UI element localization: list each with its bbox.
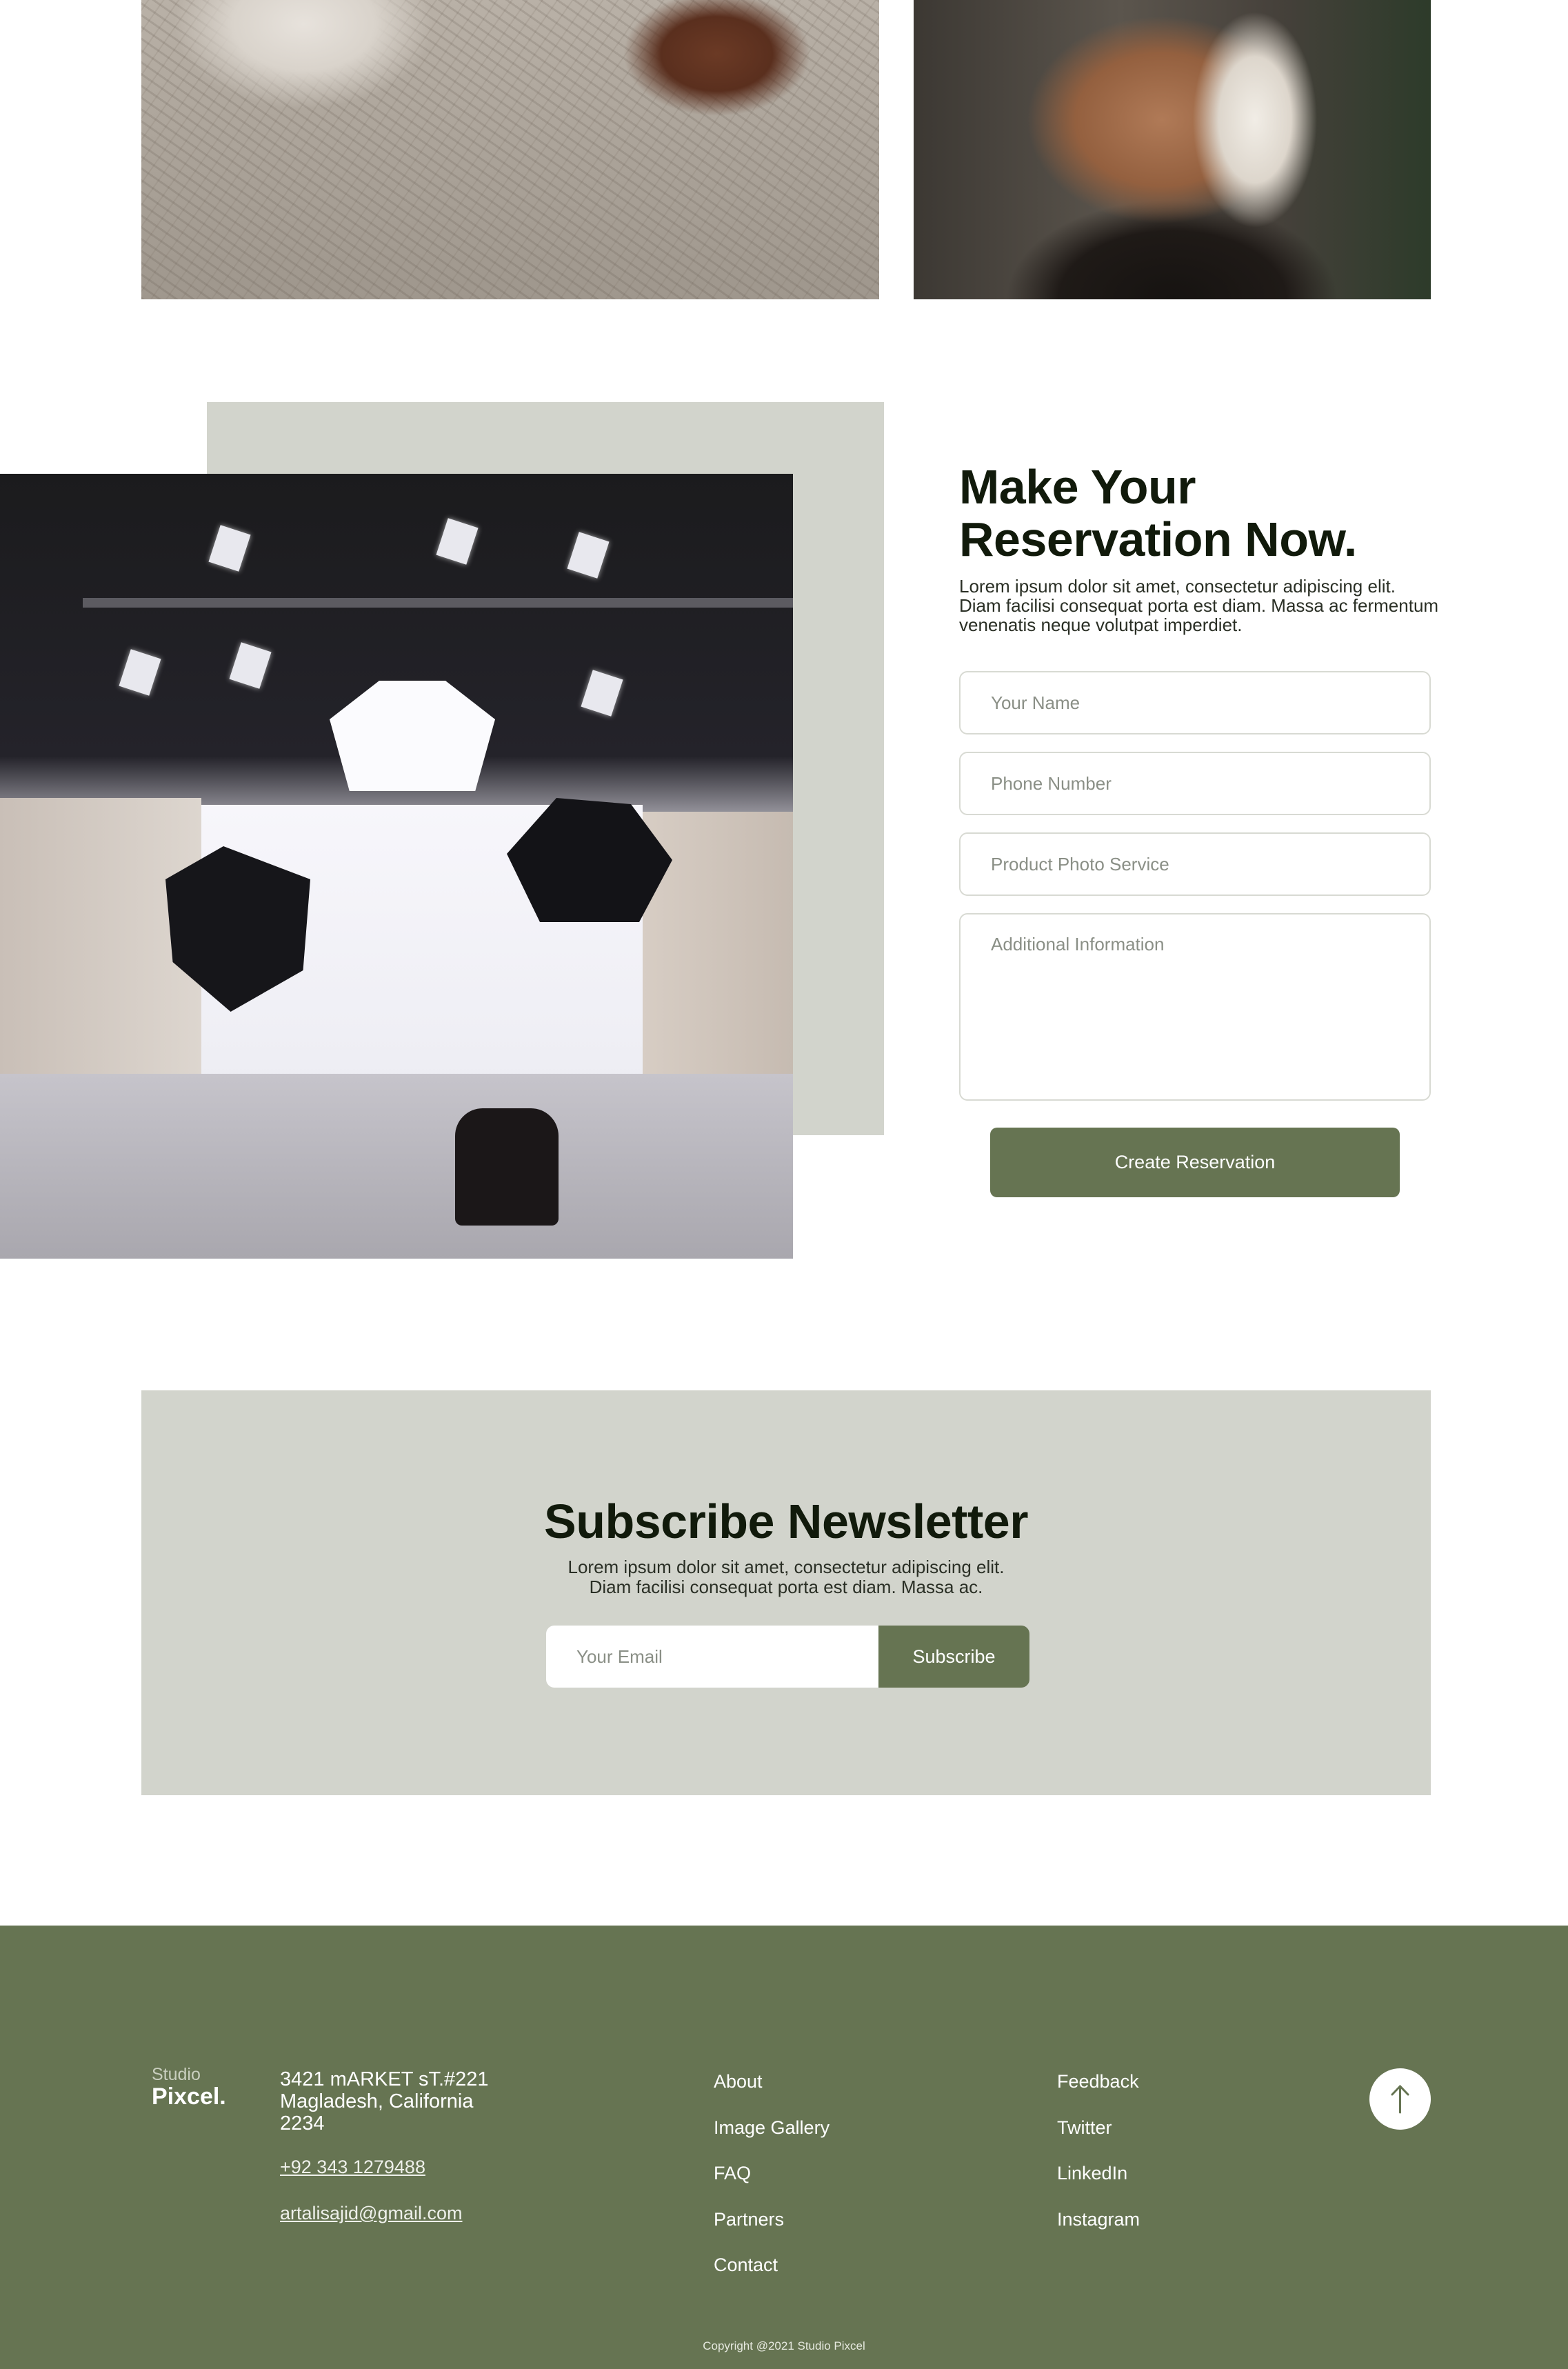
studio-lamp [119,649,161,696]
studio-lamp [581,670,623,717]
footer-link-partners[interactable]: Partners [714,2208,784,2230]
studio-lamp [436,518,479,565]
studio-lamp [229,642,272,689]
studio-floor [0,1074,793,1259]
footer: Studio Pixcel. 3421 mARKET sT.#221 Magla… [0,1926,1568,2369]
scroll-to-top-button[interactable] [1369,2068,1431,2130]
footer-email-link[interactable]: artalisajid@gmail.com [280,2202,463,2224]
footer-address: 3421 mARKET sT.#221 Magladesh, Californi… [280,2068,528,2135]
newsletter-description-line2: Diam facilisi consequat porta est diam. … [589,1577,983,1597]
footer-phone-link[interactable]: +92 343 1279488 [280,2156,425,2178]
address-line3: 2234 [280,2112,325,2135]
reservation-description: Lorem ipsum dolor sit amet, consectetur … [959,576,1439,635]
studio-softbox [330,681,495,791]
newsletter-email-input[interactable] [546,1626,878,1688]
name-field[interactable] [959,671,1431,734]
footer-link-feedback[interactable]: Feedback [1057,2070,1139,2092]
newsletter-section: Subscribe Newsletter Lorem ipsum dolor s… [141,1390,1431,1795]
additional-info-field[interactable] [959,913,1431,1101]
gallery-photo-sand-boots [141,0,879,299]
studio-lamp [567,532,610,579]
footer-link-faq[interactable]: FAQ [714,2162,751,2184]
copyright-text: Copyright @2021 Studio Pixcel [703,2339,865,2352]
studio-camera-bag [455,1108,559,1226]
subscribe-button[interactable]: Subscribe [878,1626,1029,1688]
gallery-photo-necklace-portrait [914,0,1431,299]
footer-link-about[interactable]: About [714,2070,763,2092]
create-reservation-button[interactable]: Create Reservation [990,1128,1400,1197]
studio-light-rig [83,598,793,608]
footer-link-instagram[interactable]: Instagram [1057,2208,1140,2230]
newsletter-description: Lorem ipsum dolor sit amet, consectetur … [510,1557,1062,1597]
footer-link-linkedin[interactable]: LinkedIn [1057,2162,1127,2184]
reservation-title-line2: Reservation Now. [959,512,1357,566]
studio-lamp [208,525,251,572]
footer-link-image-gallery[interactable]: Image Gallery [714,2117,830,2139]
arrow-up-icon [1391,2085,1409,2114]
newsletter-title: Subscribe Newsletter [544,1495,1028,1548]
newsletter-description-line1: Lorem ipsum dolor sit amet, consectetur … [567,1557,1005,1577]
service-field[interactable] [959,832,1431,896]
reservation-title-line1: Make Your [959,460,1196,514]
studio-photo [0,474,793,1259]
address-line2: Magladesh, California [280,2090,474,2112]
footer-logo: Pixcel. [152,2083,226,2110]
reservation-title: Make Your Reservation Now. [959,461,1442,566]
address-line1: 3421 mARKET sT.#221 [280,2068,489,2090]
footer-logo-small: Studio [152,2065,201,2084]
footer-link-twitter[interactable]: Twitter [1057,2117,1112,2139]
footer-link-contact[interactable]: Contact [714,2254,778,2276]
phone-field[interactable] [959,752,1431,815]
